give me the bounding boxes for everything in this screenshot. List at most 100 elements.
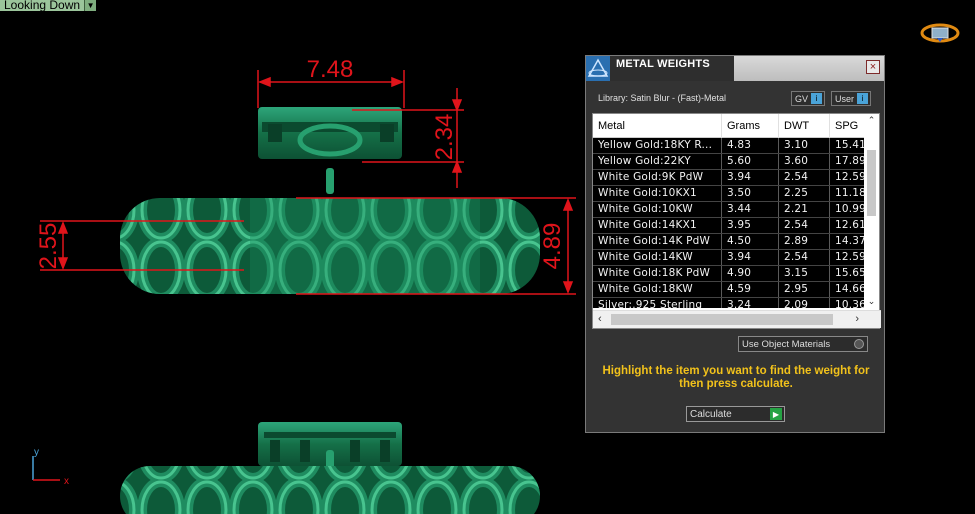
col-grams[interactable]: Grams <box>722 114 779 138</box>
table-cell: 11.18 <box>835 187 865 199</box>
app-logo-icon <box>586 56 610 81</box>
table-cell: 2.89 <box>779 234 830 249</box>
table-cell: White Gold:10KW <box>593 202 722 217</box>
col-dwt[interactable]: DWT <box>779 114 830 138</box>
panel-title: METAL WEIGHTS <box>614 56 734 81</box>
table-cell: 15.41 <box>835 139 865 151</box>
chain-model-top <box>120 198 540 294</box>
table-cell: 4.83 <box>722 138 779 153</box>
user-toggle[interactable]: User i <box>831 91 872 106</box>
scroll-up-icon[interactable]: ⌃ <box>864 115 879 129</box>
table-cell: 10.36 <box>835 299 865 308</box>
use-object-materials-label: Use Object Materials <box>742 338 831 350</box>
table-cell: 12.59 <box>835 171 865 183</box>
table-row[interactable]: Silver:.925 Sterling 3.24 2.09 10.36 <box>593 298 865 308</box>
table-header: Metal Grams DWT SPG <box>593 114 865 138</box>
col-spg[interactable]: SPG <box>830 114 865 138</box>
table-cell: Silver:.925 Sterling <box>593 298 722 308</box>
table-row[interactable]: Yellow Gold:18KY R... 4.83 3.10 15.41 <box>593 138 865 154</box>
gv-label: GV <box>795 93 809 104</box>
table-cell: White Gold:14K PdW <box>593 234 722 249</box>
info-icon: i <box>811 93 823 104</box>
user-label: User <box>835 93 855 104</box>
scroll-right-icon[interactable]: › <box>855 313 859 325</box>
axis-x-label: x <box>64 476 69 487</box>
table-row[interactable]: White Gold:10KX1 3.50 2.25 11.18 <box>593 186 865 202</box>
chain-model-bottom <box>120 466 540 514</box>
table-cell: White Gold:18K PdW <box>593 266 722 281</box>
library-label: Library: Satin Blur - (Fast)-Metal <box>598 93 727 103</box>
table-cell: 4.90 <box>722 266 779 281</box>
dimension-chain-right: 4.89 <box>539 223 566 270</box>
vertical-scrollbar[interactable]: ⌃ ⌄ <box>864 114 879 310</box>
table-cell: White Gold:10KX1 <box>593 186 722 201</box>
table-cell: 2.54 <box>779 250 830 265</box>
axis-gizmo-icon: y x <box>32 447 69 487</box>
table-cell: 2.95 <box>779 282 830 297</box>
table-cell: White Gold:18KW <box>593 282 722 297</box>
table-cell: 17.89 <box>835 155 865 167</box>
table-cell: 2.09 <box>779 298 830 308</box>
use-object-materials-toggle[interactable]: Use Object Materials <box>738 336 868 352</box>
table-cell: 2.21 <box>779 202 830 217</box>
table-cell: 12.61 <box>835 219 865 231</box>
dimension-width: 7.48 <box>307 56 354 83</box>
hint-text: Highlight the item you want to find the … <box>602 365 870 390</box>
table-row[interactable]: White Gold:18KW 4.59 2.95 14.66 <box>593 282 865 298</box>
table-cell: 3.15 <box>779 266 830 281</box>
clasp-model <box>258 107 402 194</box>
table-row[interactable]: White Gold:9K PdW 3.94 2.54 12.59 <box>593 170 865 186</box>
scroll-down-icon[interactable]: ⌄ <box>864 296 879 310</box>
info-icon: i <box>857 93 869 104</box>
table-cell: 3.95 <box>722 218 779 233</box>
calculate-button[interactable]: Calculate ▶ <box>686 406 785 422</box>
dimension-height-top: 2.34 <box>431 114 458 161</box>
metal-table[interactable]: Metal Grams DWT SPG Yellow Gold:18KY R..… <box>592 113 881 329</box>
clasp-model-front <box>258 422 402 470</box>
panel-header[interactable]: METAL WEIGHTS × <box>586 56 884 81</box>
table-cell: Yellow Gold:22KY <box>593 154 722 169</box>
table-row[interactable]: White Gold:14KX1 3.95 2.54 12.61 <box>593 218 865 234</box>
table-row[interactable]: Yellow Gold:22KY 5.60 3.60 17.89 <box>593 154 865 170</box>
table-cell: 5.60 <box>722 154 779 169</box>
table-cell: 12.59 <box>835 251 865 263</box>
table-cell: 3.94 <box>722 250 779 265</box>
table-cell: White Gold:9K PdW <box>593 170 722 185</box>
table-cell: 15.65 <box>835 267 865 279</box>
axis-y-label: y <box>34 447 39 458</box>
3d-viewport[interactable]: 7.48 2.34 2.55 4.89 y x <box>0 0 585 514</box>
radio-icon <box>854 339 864 349</box>
table-row[interactable]: White Gold:10KW 3.44 2.21 10.99 <box>593 202 865 218</box>
table-body: Yellow Gold:18KY R... 4.83 3.10 15.41 Yellow… <box>593 138 865 308</box>
horizontal-scrollbar[interactable]: ‹ › <box>593 310 881 328</box>
table-cell: 3.94 <box>722 170 779 185</box>
table-cell: 4.59 <box>722 282 779 297</box>
table-cell: 3.60 <box>779 154 830 169</box>
col-metal[interactable]: Metal <box>593 114 722 138</box>
table-cell: 2.54 <box>779 170 830 185</box>
close-button[interactable]: × <box>866 60 880 74</box>
table-cell: 3.50 <box>722 186 779 201</box>
scroll-left-icon[interactable]: ‹ <box>598 313 602 325</box>
table-cell: 3.10 <box>779 138 830 153</box>
table-cell: White Gold:14KX1 <box>593 218 722 233</box>
table-row[interactable]: White Gold:14KW 3.94 2.54 12.59 <box>593 250 865 266</box>
table-cell: White Gold:14KW <box>593 250 722 265</box>
dimension-chain-left: 2.55 <box>35 223 62 270</box>
table-row[interactable]: White Gold:18K PdW 4.90 3.15 15.65 <box>593 266 865 282</box>
table-cell: 14.66 <box>835 283 865 295</box>
calculate-label: Calculate <box>690 408 732 420</box>
metal-weights-panel: METAL WEIGHTS × Library: Satin Blur - (F… <box>585 55 885 433</box>
play-icon: ▶ <box>770 408 782 420</box>
table-cell: 10.99 <box>835 203 865 215</box>
scroll-thumb-h[interactable] <box>611 314 833 325</box>
table-cell: 3.44 <box>722 202 779 217</box>
table-cell: 4.50 <box>722 234 779 249</box>
table-cell: 2.25 <box>779 186 830 201</box>
gv-toggle[interactable]: GV i <box>791 91 826 106</box>
table-cell: Yellow Gold:18KY R... <box>593 138 722 153</box>
table-row[interactable]: White Gold:14K PdW 4.50 2.89 14.37 <box>593 234 865 250</box>
table-cell: 2.54 <box>779 218 830 233</box>
navigation-cube-icon[interactable] <box>920 22 960 44</box>
scroll-thumb[interactable] <box>867 150 876 216</box>
